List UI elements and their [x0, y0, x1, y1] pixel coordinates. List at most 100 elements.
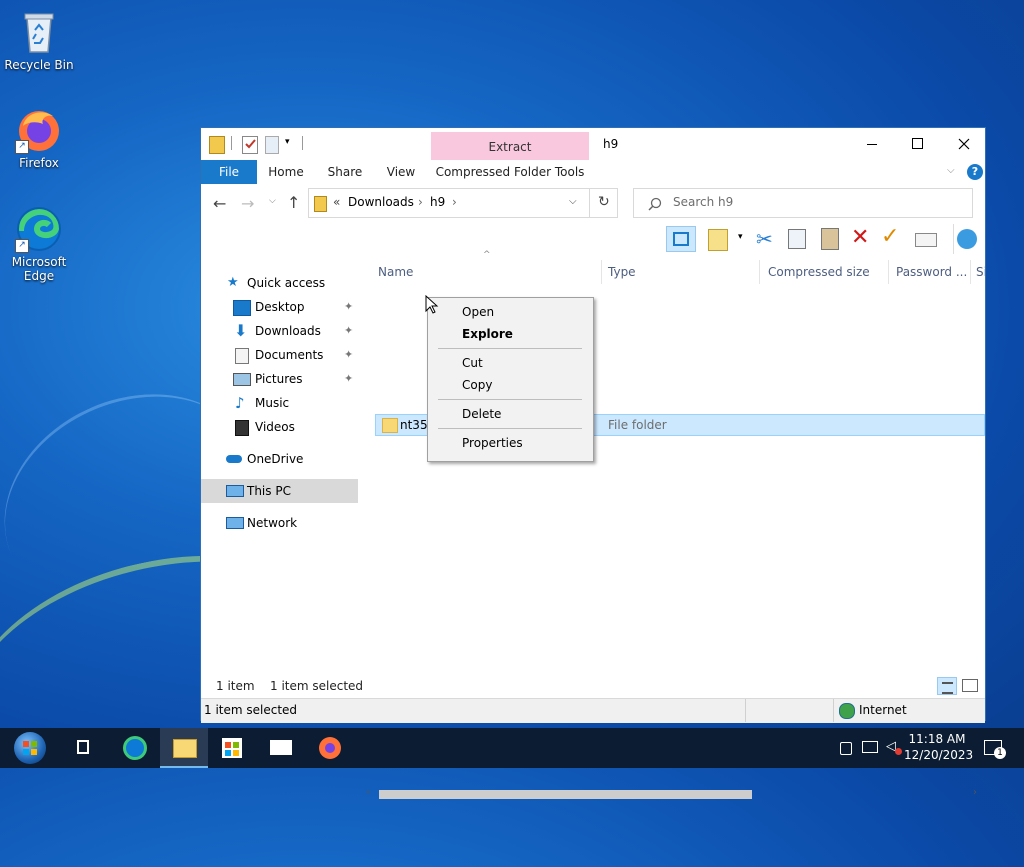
search-box[interactable]: Search h9 [633, 188, 973, 218]
clock[interactable]: 11:18 AM 12/20/2023 [904, 728, 974, 768]
task-view-button[interactable] [60, 728, 108, 768]
recent-locations-chevron-icon[interactable]: ⌵ [269, 196, 276, 206]
customize-quick-access-icon[interactable]: ▾ [285, 137, 290, 147]
help-icon[interactable]: ? [967, 164, 983, 180]
new-folder-quick-icon[interactable] [265, 136, 279, 154]
globe-icon[interactable] [957, 229, 977, 249]
desktop-icon-firefox[interactable]: ↗ Firefox [1, 106, 77, 170]
paste-icon[interactable] [821, 228, 839, 250]
taskbar-store-button[interactable] [208, 728, 256, 768]
clock-date: 12/20/2023 [904, 748, 974, 762]
scroll-thumb[interactable] [379, 790, 752, 799]
nav-item-quick-access[interactable]: ★ Quick access [201, 271, 357, 295]
copy-icon[interactable] [788, 229, 806, 249]
nav-item-music[interactable]: ♪ Music [201, 391, 357, 415]
menu-item-properties[interactable]: Properties [428, 432, 593, 454]
address-bar[interactable]: « Downloads › h9 › ⌵ ↻ [308, 188, 618, 218]
desktop-icon-edge[interactable]: ↗ Microsoft Edge [1, 205, 77, 283]
menu-item-explore[interactable]: Explore [428, 323, 593, 345]
zip-folder-icon [314, 196, 327, 212]
column-header-type[interactable]: Type [608, 260, 636, 284]
maximize-button[interactable] [895, 128, 941, 160]
desktop-icon-recycle-bin[interactable]: Recycle Bin [1, 8, 77, 72]
column-header-name[interactable]: Name [361, 260, 599, 284]
nav-item-videos[interactable]: Videos [201, 415, 357, 439]
meet-now-icon[interactable] [840, 742, 852, 755]
menu-item-delete[interactable]: Delete [428, 403, 593, 425]
horizontal-scrollbar[interactable]: ‹ › [361, 786, 985, 802]
up-arrow-icon[interactable]: ↑ [287, 193, 300, 212]
back-arrow-icon[interactable]: ← [213, 194, 226, 213]
column-divider [970, 260, 971, 284]
large-icons-view-button[interactable] [962, 679, 978, 692]
edge-icon [123, 736, 147, 760]
nav-item-documents[interactable]: Documents ✦ [201, 343, 357, 367]
tab-file[interactable]: File [201, 160, 257, 184]
details-view-icon [942, 682, 953, 694]
status-bar: 1 item 1 item selected [201, 674, 985, 698]
taskbar-mail-button[interactable] [257, 728, 305, 768]
mouse-cursor-icon [425, 295, 439, 314]
new-item-icon[interactable] [708, 229, 728, 251]
properties-check-icon[interactable]: ✓ [881, 224, 899, 249]
file-type: File folder [608, 418, 667, 432]
details-view-button[interactable] [937, 677, 957, 695]
scroll-left-icon[interactable]: ‹ [366, 787, 370, 798]
ribbon-tabs: File Home Share View Compressed Folder T… [201, 160, 985, 184]
column-divider [601, 260, 602, 284]
pin-icon: ✦ [344, 372, 354, 385]
properties-quick-icon[interactable] [242, 136, 258, 154]
maximize-icon [912, 138, 923, 149]
delete-icon[interactable]: ✕ [851, 225, 869, 250]
breadcrumb-downloads[interactable]: Downloads [348, 195, 414, 209]
tab-home[interactable]: Home [261, 160, 311, 184]
nav-item-this-pc[interactable]: This PC [201, 479, 358, 503]
menu-item-cut[interactable]: Cut [428, 352, 593, 374]
address-dropdown-chevron-icon[interactable]: ⌵ [569, 196, 577, 207]
nav-label: This PC [247, 484, 291, 498]
nav-item-pictures[interactable]: Pictures ✦ [201, 367, 357, 391]
separator [231, 136, 232, 150]
ribbon-toolbar: ▾ ✂ ✕ ✓ [201, 224, 985, 256]
expand-ribbon-chevron-icon[interactable]: ⌵ [947, 165, 955, 176]
nav-label: Quick access [247, 276, 326, 290]
nav-item-desktop[interactable]: Desktop ✦ [201, 295, 357, 319]
separator [302, 136, 303, 150]
breadcrumb-h9[interactable]: h9 [430, 195, 445, 209]
forward-arrow-icon[interactable]: → [241, 194, 254, 213]
address-row: ← → ⌵ ↑ « Downloads › h9 › ⌵ ↻ Search h9 [201, 184, 985, 224]
taskbar-firefox-button[interactable] [306, 728, 354, 768]
tab-share[interactable]: Share [319, 160, 371, 184]
breadcrumb-chevron-icon[interactable]: › [418, 195, 423, 209]
action-center-button[interactable]: 1 [976, 728, 1020, 768]
preview-pane-button[interactable] [666, 226, 696, 252]
clock-time: 11:18 AM [908, 732, 966, 746]
scroll-right-icon[interactable]: › [973, 787, 977, 798]
menu-item-open[interactable]: Open [428, 301, 593, 323]
minimize-button[interactable] [849, 128, 895, 160]
mail-icon [270, 740, 292, 755]
rename-icon[interactable] [915, 233, 937, 247]
close-button[interactable] [941, 128, 987, 160]
menu-separator [438, 348, 582, 349]
nav-item-network[interactable]: Network [201, 511, 357, 535]
tab-view[interactable]: View [377, 160, 425, 184]
breadcrumb-chevron-icon[interactable]: › [452, 195, 457, 209]
nav-item-downloads[interactable]: ⬇ Downloads ✦ [201, 319, 357, 343]
menu-item-copy[interactable]: Copy [428, 374, 593, 396]
dropdown-chevron-icon[interactable]: ▾ [738, 232, 743, 242]
tab-compressed-folder-tools[interactable]: Compressed Folder Tools [431, 160, 589, 184]
nav-item-onedrive[interactable]: OneDrive [201, 447, 357, 471]
network-icon[interactable] [862, 741, 878, 753]
start-button[interactable] [4, 728, 56, 768]
column-header-compressed-size[interactable]: Compressed size [768, 260, 870, 284]
taskbar-file-explorer-button[interactable] [160, 728, 208, 768]
taskbar-edge-button[interactable] [111, 728, 159, 768]
address-overflow[interactable]: « [333, 195, 340, 209]
refresh-icon[interactable]: ↻ [598, 194, 610, 210]
column-header-password[interactable]: Password ... [896, 260, 967, 284]
separator [953, 224, 954, 254]
cut-icon[interactable]: ✂ [756, 227, 773, 251]
menu-item-label: Explore [462, 327, 513, 341]
column-header-size[interactable]: Si [976, 260, 985, 284]
